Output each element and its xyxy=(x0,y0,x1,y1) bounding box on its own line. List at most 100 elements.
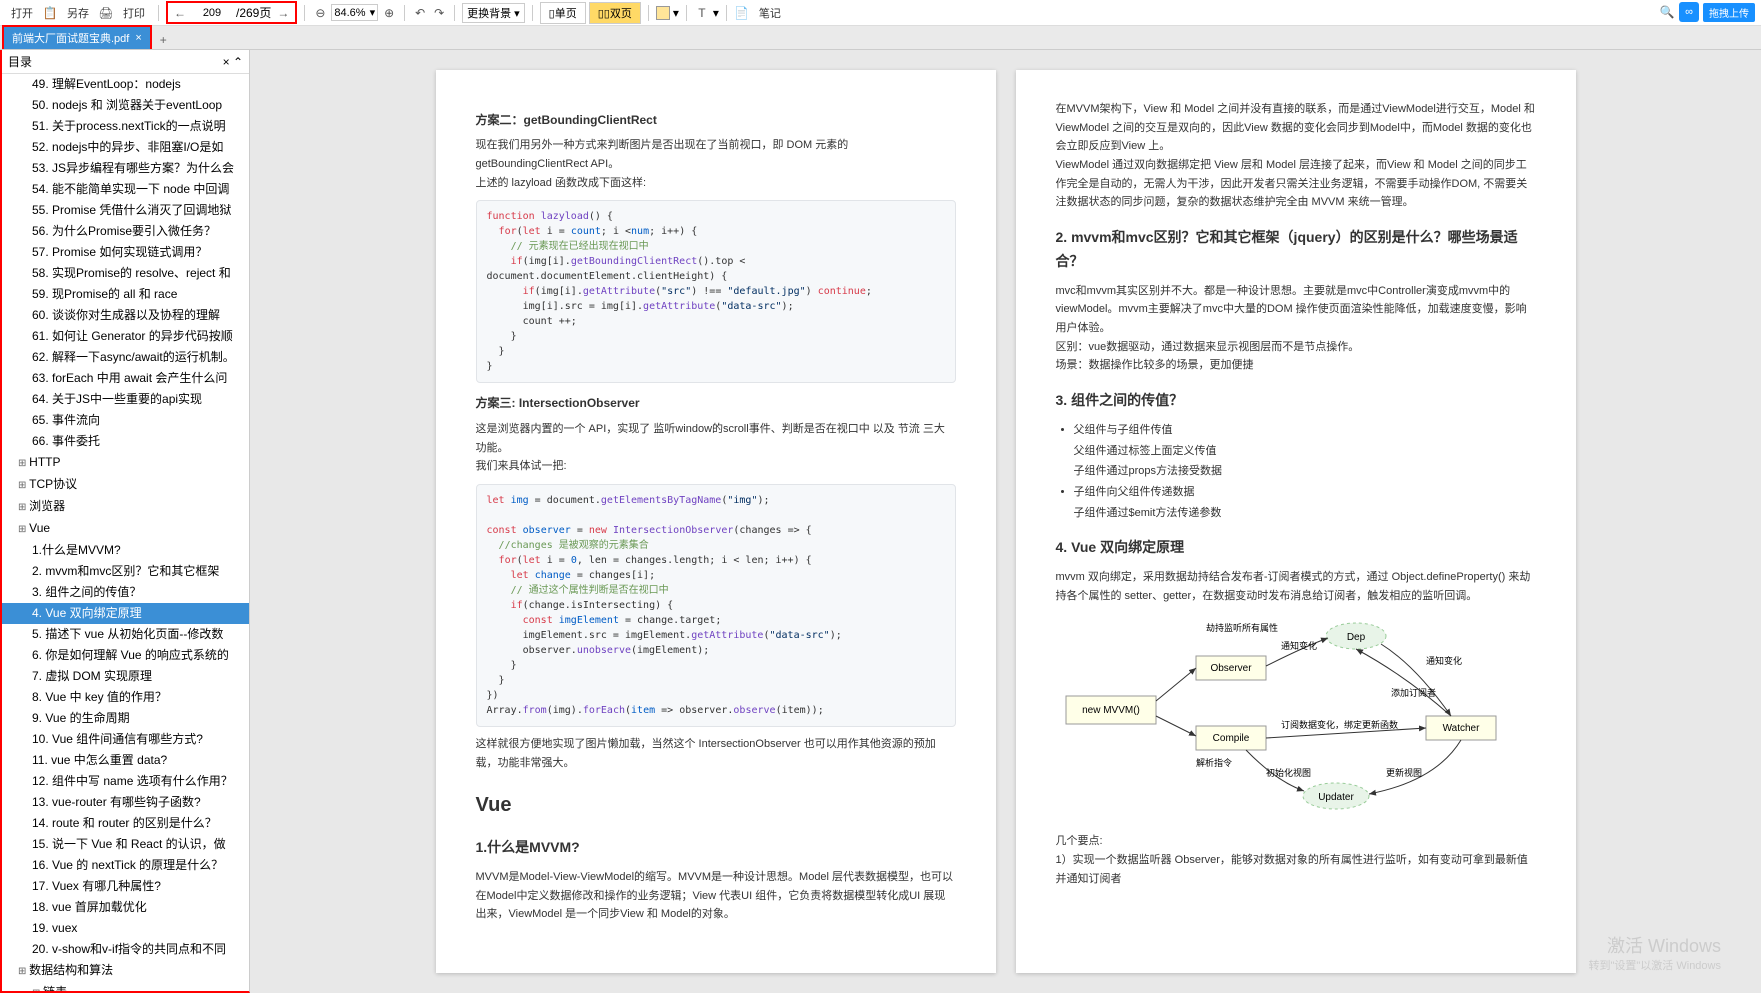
para: 在MVVM架构下，View 和 Model 之间并没有直接的联系，而是通过Vie… xyxy=(1056,100,1536,156)
zoom-select[interactable]: 84.6%▾ xyxy=(331,4,378,21)
next-page-icon[interactable]: → xyxy=(275,5,291,21)
outline-item[interactable]: 53. JS异步编程有哪些方案？为什么会 xyxy=(2,158,249,179)
section-browser[interactable]: 浏览器 xyxy=(2,496,249,518)
section-linklist[interactable]: 链表 xyxy=(2,982,249,991)
heading: 4. Vue 双向绑定原理 xyxy=(1056,536,1536,560)
outline-item[interactable]: 16. Vue 的 nextTick 的原理是什么？ xyxy=(2,855,249,876)
outline-item[interactable]: 17. Vuex 有哪几种属性? xyxy=(2,876,249,897)
outline-item[interactable]: 65. 事件流向 xyxy=(2,410,249,431)
svg-text:new MVVM(): new MVVM() xyxy=(1082,705,1140,716)
outline-item[interactable]: 6. 你是如何理解 Vue 的响应式系统的 xyxy=(2,645,249,666)
outline-item[interactable]: 50. nodejs 和 浏览器关于eventLoop xyxy=(2,95,249,116)
notes-icon[interactable]: 📄 xyxy=(734,5,750,21)
print-icon[interactable]: 🖨 xyxy=(98,5,114,21)
outline-item[interactable]: 57. Promise 如何实现链式调用？ xyxy=(2,242,249,263)
single-page-button[interactable]: ▯单页 xyxy=(540,2,586,24)
section-ds[interactable]: 数据结构和算法 xyxy=(2,960,249,982)
cloud-icon[interactable]: ∞ xyxy=(1679,2,1699,22)
outline-item[interactable]: 55. Promise 凭借什么消灭了回调地狱 xyxy=(2,200,249,221)
outline-item[interactable]: 52. nodejs中的异步、非阻塞I/O是如 xyxy=(2,137,249,158)
svg-text:订阅数据变化，绑定更新函数: 订阅数据变化，绑定更新函数 xyxy=(1281,719,1398,730)
outline-item[interactable]: 63. forEach 中用 await 会产生什么问 xyxy=(2,368,249,389)
highlight-color[interactable] xyxy=(656,6,670,20)
open-button[interactable]: 打开 xyxy=(5,3,39,23)
para: 区别：vue数据驱动，通过数据来显示视图层而不是节点操作。 xyxy=(1056,338,1536,357)
outline-tree[interactable]: 49. 理解EventLoop：nodejs50. nodejs 和 浏览器关于… xyxy=(2,74,249,991)
outline-item[interactable]: 58. 实现Promise的 resolve、reject 和 xyxy=(2,263,249,284)
code-block: let img = document.getElementsByTagName(… xyxy=(476,484,956,727)
outline-item[interactable]: 14. route 和 router 的区别是什么？ xyxy=(2,813,249,834)
para: 现在我们用另外一种方式来判断图片是否出现在了当前视口，即 DOM 元素的 get… xyxy=(476,136,956,173)
zoom-in-icon[interactable]: ⊕ xyxy=(381,5,397,21)
outline-sidebar: 目录 × ⌃ 49. 理解EventLoop：nodejs50. nodejs … xyxy=(0,50,250,993)
heading: 2. mvvm和mvc区别？它和其它框架（jquery）的区别是什么？哪些场景适… xyxy=(1056,226,1536,274)
section-http[interactable]: HTTP xyxy=(2,452,249,474)
outline-item[interactable]: 61. 如何让 Generator 的异步代码按顺 xyxy=(2,326,249,347)
para: 1）实现一个数据监听器 Observer，能够对数据对象的所有属性进行监听，如有… xyxy=(1056,851,1536,888)
tab-title: 前端大厂面试题宝典.pdf xyxy=(12,30,129,46)
list-item: 子组件通过$emit方法传递参数 xyxy=(1074,504,1536,523)
undo-icon[interactable]: ↶ xyxy=(412,5,428,21)
outline-item[interactable]: 66. 事件委托 xyxy=(2,431,249,452)
list-item: 父组件与子组件传值 xyxy=(1074,421,1536,440)
outline-item[interactable]: 51. 关于process.nextTick的一点说明 xyxy=(2,116,249,137)
tab-bar: 前端大厂面试题宝典.pdf × + xyxy=(0,26,1761,50)
outline-item[interactable]: 64. 关于JS中一些重要的api实现 xyxy=(2,389,249,410)
list-item: 子组件通过props方法接受数据 xyxy=(1074,462,1536,481)
outline-item[interactable]: 3. 组件之间的传值？ xyxy=(2,582,249,603)
outline-item[interactable]: 18. vue 首屏加载优化 xyxy=(2,897,249,918)
para: ViewModel 通过双向数据绑定把 View 层和 Model 层连接了起来… xyxy=(1056,156,1536,212)
page-input[interactable] xyxy=(192,7,232,19)
search-icon[interactable]: 🔍 xyxy=(1659,4,1675,20)
text-icon[interactable]: T xyxy=(694,5,710,21)
page-viewport[interactable]: 方案二：getBoundingClientRect 现在我们用另外一种方式来判断… xyxy=(250,50,1761,993)
redo-icon[interactable]: ↷ xyxy=(431,5,447,21)
zoom-out-icon[interactable]: ⊖ xyxy=(312,5,328,21)
notes-button[interactable]: 笔记 xyxy=(753,3,787,23)
outline-item[interactable]: 8. Vue 中 key 值的作用？ xyxy=(2,687,249,708)
outline-item[interactable]: 15. 说一下 Vue 和 React 的认识，做 xyxy=(2,834,249,855)
list-item: 父组件通过标签上面定义传值 xyxy=(1074,442,1536,461)
outline-item[interactable]: 11. vue 中怎么重置 data? xyxy=(2,750,249,771)
outline-item[interactable]: 54. 能不能简单实现一下 node 中回调 xyxy=(2,179,249,200)
outline-item[interactable]: 7. 虚拟 DOM 实现原理 xyxy=(2,666,249,687)
page-right: 在MVVM架构下，View 和 Model 之间并没有直接的联系，而是通过Vie… xyxy=(1016,70,1576,973)
page-navigation: ← /269页 → xyxy=(166,1,297,24)
outline-item[interactable]: 13. vue-router 有哪些钩子函数? xyxy=(2,792,249,813)
outline-item[interactable]: 9. Vue 的生命周期 xyxy=(2,708,249,729)
upload-button[interactable]: 拖拽上传 xyxy=(1703,3,1755,22)
double-page-button[interactable]: ▯▯双页 xyxy=(589,2,641,24)
outline-item[interactable]: 62. 解释一下async/await的运行机制。 xyxy=(2,347,249,368)
outline-item[interactable]: 4. Vue 双向绑定原理 xyxy=(2,603,249,624)
save-as-button[interactable]: 另存 xyxy=(61,3,95,23)
outline-item[interactable]: 59. 现Promise的 all 和 race xyxy=(2,284,249,305)
para: 这是浏览器内置的一个 API，实现了 监听window的scroll事件、判断是… xyxy=(476,420,956,457)
outline-item[interactable]: 60. 谈谈你对生成器以及协程的理解 xyxy=(2,305,249,326)
outline-item[interactable]: 2. mvvm和mvc区别？它和其它框架 xyxy=(2,561,249,582)
svg-text:初始化视图: 初始化视图 xyxy=(1266,767,1311,778)
new-tab-button[interactable]: + xyxy=(152,31,175,49)
section-vue[interactable]: Vue xyxy=(2,518,249,540)
sidebar-caret-icon[interactable]: ⌃ xyxy=(233,55,243,69)
list-item: 子组件向父组件传递数据 xyxy=(1074,483,1536,502)
paste-icon[interactable]: 📋 xyxy=(42,5,58,21)
section-tcp[interactable]: TCP协议 xyxy=(2,474,249,496)
outline-item[interactable]: 20. v-show和v-if指令的共同点和不同 xyxy=(2,939,249,960)
outline-item[interactable]: 19. vuex xyxy=(2,918,249,939)
sidebar-close-icon[interactable]: × xyxy=(223,55,230,69)
outline-item[interactable]: 56. 为什么Promise要引入微任务？ xyxy=(2,221,249,242)
bg-select[interactable]: 更换背景 ▾ xyxy=(462,3,525,23)
outline-item[interactable]: 49. 理解EventLoop：nodejs xyxy=(2,74,249,95)
outline-item[interactable]: 1.什么是MVVM? xyxy=(2,540,249,561)
outline-item[interactable]: 12. 组件中写 name 选项有什么作用？ xyxy=(2,771,249,792)
sidebar-header: 目录 × ⌃ xyxy=(2,50,249,74)
print-button[interactable]: 打印 xyxy=(117,3,151,23)
bullet-list: 父组件与子组件传值 父组件通过标签上面定义传值 子组件通过props方法接受数据… xyxy=(1074,421,1536,522)
outline-item[interactable]: 5. 描述下 vue 从初始化页面--修改数 xyxy=(2,624,249,645)
page-total-label: /269页 xyxy=(236,4,271,21)
close-icon[interactable]: × xyxy=(135,32,141,44)
prev-page-icon[interactable]: ← xyxy=(172,5,188,21)
svg-text:Dep: Dep xyxy=(1346,632,1365,643)
tab-active[interactable]: 前端大厂面试题宝典.pdf × xyxy=(2,25,152,49)
outline-item[interactable]: 10. Vue 组件间通信有哪些方式? xyxy=(2,729,249,750)
